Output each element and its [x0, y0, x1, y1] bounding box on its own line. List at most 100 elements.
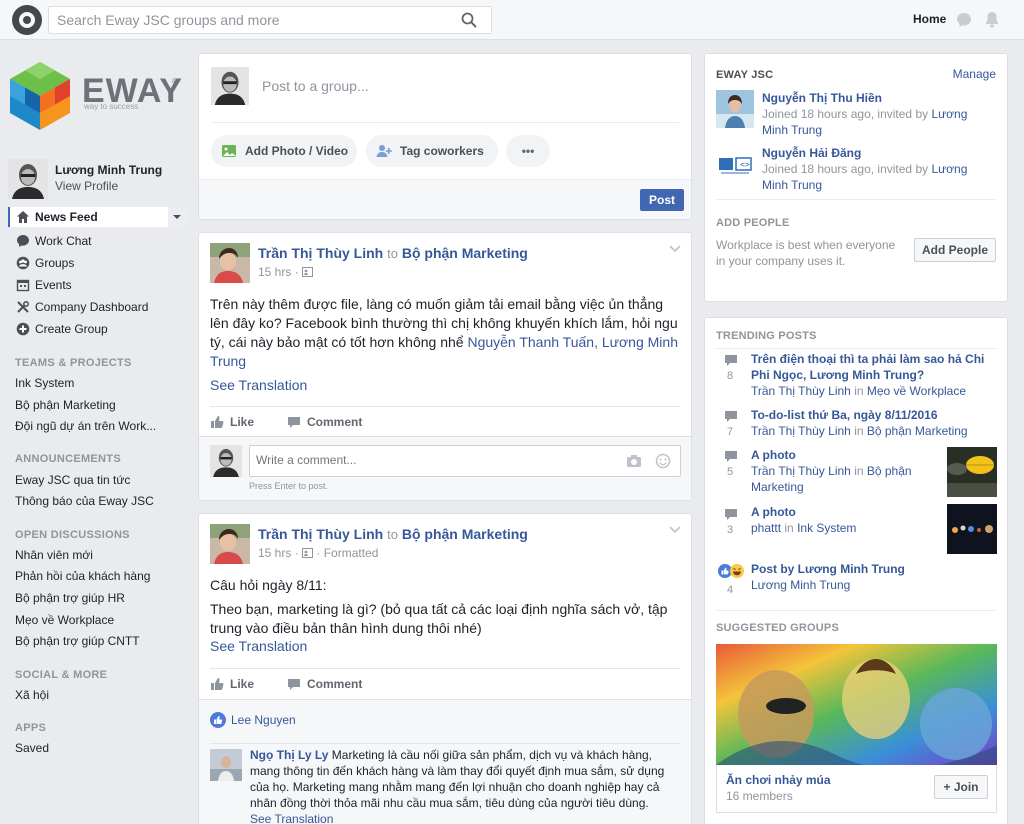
author-avatar[interactable]	[210, 524, 250, 564]
camera-icon[interactable]	[626, 454, 642, 468]
chevron-down-icon[interactable]	[669, 245, 681, 253]
author-avatar[interactable]	[210, 243, 250, 283]
trending-author[interactable]: Trần Thị Thùy Linh	[751, 464, 851, 478]
trending-title[interactable]: To-do-list thứ Ba, ngày 8/11/2016	[751, 407, 938, 423]
search-input[interactable]	[49, 7, 449, 33]
tag-coworkers-button[interactable]: Tag coworkers	[366, 135, 498, 167]
manage-link[interactable]: Manage	[953, 67, 996, 81]
trending-author[interactable]: Trần Thị Thùy Linh	[751, 384, 851, 398]
trending-group[interactable]: Ink System	[797, 521, 856, 535]
member-joined-info: Joined 18 hours ago, invited by Lương Mi…	[762, 106, 992, 138]
eway-logo[interactable]: EWAY ® way to success	[8, 60, 188, 132]
audience-group-icon[interactable]	[302, 548, 314, 558]
member-name[interactable]: Nguyễn Thị Thu Hiền	[762, 91, 882, 105]
like-button[interactable]: Like	[210, 677, 254, 691]
post-header: Trần Thị Thùy Linh to Bộ phận Marketing	[258, 526, 528, 542]
comment-author[interactable]: Ngọ Thị Ly Ly	[250, 748, 328, 762]
post-group[interactable]: Bộ phận Marketing	[402, 526, 528, 542]
sidebar-item-tro-giup-hr[interactable]: Bộ phận trợ giúp HR	[15, 591, 125, 605]
member-name[interactable]: Nguyễn Hải Đăng	[762, 146, 861, 160]
post-button[interactable]: Post	[640, 189, 684, 211]
sidebar-item-tro-giup-cntt[interactable]: Bộ phận trợ giúp CNTT	[15, 634, 140, 648]
add-people-button[interactable]: Add People	[914, 238, 996, 262]
liker-name[interactable]: Lee Nguyen	[231, 713, 296, 727]
sidebar-item-saved[interactable]: Saved	[15, 741, 49, 755]
more-options-button[interactable]: •••	[506, 135, 550, 167]
profile-block[interactable]: Lương Minh Trung View Profile	[8, 159, 188, 199]
post-group[interactable]: Bộ phận Marketing	[402, 245, 528, 261]
top-bar: Home	[0, 0, 1024, 40]
sidebar-item-nhan-vien-moi[interactable]: Nhân viên mới	[15, 548, 93, 562]
sidebar-item-phan-hoi[interactable]: Phản hồi của khách hàng	[15, 569, 150, 583]
post-meta: 15 hrs · · Formatted	[258, 546, 379, 560]
nav-item-news-feed[interactable]: News Feed	[8, 207, 186, 227]
audience-group-icon[interactable]	[302, 267, 314, 277]
nav-item-groups[interactable]: Groups	[8, 253, 186, 273]
trending-author[interactable]: Lương Minh Trung	[751, 578, 850, 592]
trending-author[interactable]: phattt	[751, 521, 781, 535]
search-box[interactable]	[48, 6, 492, 34]
chat-icon[interactable]	[956, 12, 972, 28]
nav-item-label: Events	[35, 278, 72, 292]
add-people-header: ADD PEOPLE	[716, 217, 790, 229]
trending-title[interactable]: A photo	[751, 504, 796, 520]
trending-in: in	[854, 464, 864, 478]
trending-photo-thumbnail[interactable]	[947, 504, 997, 554]
member-avatar[interactable]	[716, 90, 754, 128]
avatar[interactable]	[210, 749, 242, 781]
likes-summary[interactable]: Lee Nguyen	[210, 712, 296, 728]
home-link[interactable]: Home	[913, 12, 946, 26]
avatar[interactable]	[8, 159, 48, 199]
emoji-icon[interactable]	[655, 453, 671, 469]
search-icon[interactable]	[461, 12, 477, 28]
comment-input[interactable]	[250, 446, 610, 474]
joined-text: Joined 18 hours ago, invited by	[762, 107, 932, 121]
trending-title[interactable]: A photo	[751, 447, 796, 463]
suggested-group-cover[interactable]	[716, 644, 997, 765]
comment-button[interactable]: Comment	[287, 677, 362, 691]
see-translation-link[interactable]: See Translation	[210, 638, 307, 654]
post-formatted-label: Formatted	[323, 546, 379, 560]
sidebar-item-xa-hoi[interactable]: Xã hội	[15, 688, 49, 702]
nav-item-create-group[interactable]: Create Group	[8, 319, 186, 339]
like-button[interactable]: Like	[210, 415, 254, 429]
trending-title[interactable]: Trên điện thoại thì ta phải làm sao hả C…	[751, 351, 991, 383]
workplace-logo-icon[interactable]	[12, 5, 42, 35]
sidebar-item-meo-workplace[interactable]: Mẹo về Workplace	[15, 613, 114, 627]
sidebar-item-doi-ngu-du-an[interactable]: Đội ngũ dự án trên Work...	[15, 419, 156, 433]
suggested-group-name[interactable]: Ăn chơi nhảy múa	[726, 773, 831, 787]
join-group-button[interactable]: + Join	[934, 775, 988, 799]
trending-photo-thumbnail[interactable]	[947, 447, 997, 497]
sidebar-item-thong-bao[interactable]: Thông báo của Eway JSC	[15, 494, 154, 508]
see-translation-link[interactable]: See Translation	[210, 377, 307, 393]
trending-author[interactable]: Trần Thị Thùy Linh	[751, 424, 851, 438]
nav-item-company-dashboard[interactable]: Company Dashboard	[8, 297, 186, 317]
post-author[interactable]: Trần Thị Thùy Linh	[258, 526, 383, 542]
chevron-down-icon[interactable]	[669, 526, 681, 534]
sidebar-item-bo-phan-marketing[interactable]: Bộ phận Marketing	[15, 398, 116, 412]
nav-item-events[interactable]: Events	[8, 275, 186, 295]
comment-button[interactable]: Comment	[287, 415, 362, 429]
post-time[interactable]: 15 hrs	[258, 546, 291, 560]
comment-see-translation-link[interactable]: See Translation	[250, 812, 333, 824]
comment-area: Press Enter to post.	[199, 436, 691, 500]
composer-input[interactable]: Post to a group...	[262, 78, 369, 94]
trending-title[interactable]: Post by Lương Minh Trung	[751, 561, 905, 577]
comment-input-box[interactable]	[249, 445, 681, 477]
notifications-bell-icon[interactable]	[984, 11, 1000, 28]
trending-group[interactable]: Bộ phận Marketing	[867, 424, 968, 438]
profile-name[interactable]: Lương Minh Trung	[55, 163, 162, 177]
like-label: Like	[230, 677, 255, 691]
member-avatar[interactable]: <>	[716, 146, 754, 184]
sidebar-item-eway-qua-tin-tuc[interactable]: Eway JSC qua tin tức	[15, 473, 130, 487]
view-profile-link[interactable]: View Profile	[55, 179, 118, 193]
thumbs-up-icon	[211, 678, 224, 690]
trending-group[interactable]: Mẹo về Workplace	[867, 384, 966, 398]
post-time[interactable]: 15 hrs	[258, 265, 291, 279]
news-feed-options-caret[interactable]	[168, 207, 186, 227]
post-author[interactable]: Trần Thị Thùy Linh	[258, 245, 383, 261]
add-photo-video-button[interactable]: Add Photo / Video	[211, 135, 357, 167]
press-enter-hint: Press Enter to post.	[249, 481, 329, 491]
nav-item-work-chat[interactable]: Work Chat	[8, 231, 186, 251]
sidebar-item-ink-system[interactable]: Ink System	[15, 376, 74, 390]
